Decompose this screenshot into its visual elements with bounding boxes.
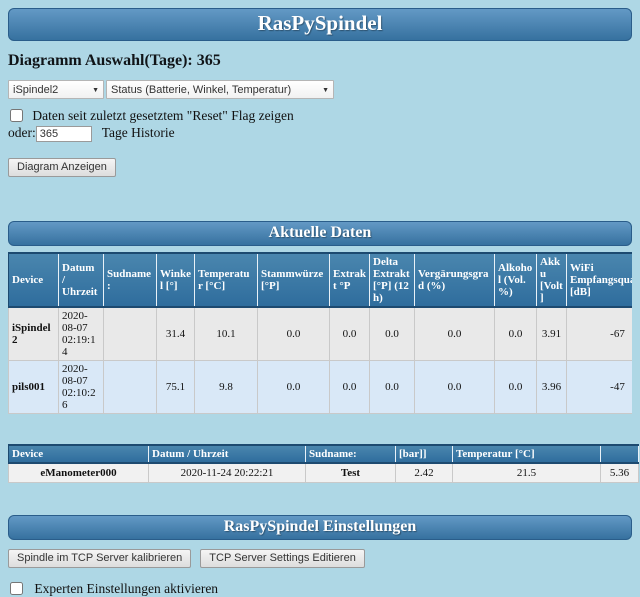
- table-header-cell: Sudname:: [104, 253, 157, 307]
- table-header-cell: Datum / Uhrzeit: [149, 445, 306, 463]
- tcp-server-settings-button[interactable]: TCP Server Settings Editieren: [200, 549, 365, 568]
- manometer-table: DeviceDatum / UhrzeitSudname:[bar]]Tempe…: [8, 444, 639, 484]
- table-header-cell: Akku [Volt]: [537, 253, 567, 307]
- table-header-cell: Alkohol (Vol. %): [495, 253, 537, 307]
- manometer-table-header-row: DeviceDatum / UhrzeitSudname:[bar]]Tempe…: [9, 445, 639, 463]
- oder-label: oder:: [8, 125, 36, 140]
- table-cell: 0.0: [258, 360, 330, 413]
- table-cell: [104, 360, 157, 413]
- table-cell: eManometer000: [9, 463, 149, 483]
- table-header-cell: Winkel [°]: [157, 253, 195, 307]
- reset-flag-row: Daten seit zuletzt gesetztem "Reset" Fla…: [8, 108, 632, 124]
- table-header-cell: Extrakt °P: [330, 253, 370, 307]
- table-header-cell: Temperatur [°C]: [453, 445, 601, 463]
- table-cell: 2.42: [396, 463, 453, 483]
- table-cell: 3.96: [537, 360, 567, 413]
- table-cell: Test: [306, 463, 396, 483]
- device-select-wrapper: iSpindel2: [8, 80, 104, 99]
- expert-settings-label: Experten Einstellungen aktivieren: [34, 581, 218, 596]
- settings-heading: RasPySpindel Einstellungen: [8, 515, 632, 540]
- table-cell: 0.0: [495, 360, 537, 413]
- spindel-table-body: iSpindel22020-08-07 02:19:1431.410.10.00…: [9, 307, 633, 414]
- diagram-controls: iSpindel2Status (Batterie, Winkel, Tempe…: [8, 80, 632, 177]
- table-cell: 2020-08-07 02:19:14: [59, 307, 104, 361]
- table-cell: 0.0: [330, 307, 370, 361]
- table-header-cell: Device: [9, 253, 59, 307]
- table-row: eManometer0002020-11-24 20:22:21Test2.42…: [9, 463, 639, 483]
- current-data-heading: Aktuelle Daten: [8, 221, 632, 246]
- table-cell: 2020-08-07 02:10:26: [59, 360, 104, 413]
- history-days-row: oder: Tage Historie: [8, 125, 632, 142]
- table-cell: 31.4: [157, 307, 195, 361]
- spindel-table: DeviceDatum / UhrzeitSudname:Winkel [°]T…: [8, 252, 632, 414]
- show-diagram-row: Diagram Anzeigen: [8, 158, 632, 177]
- table-cell: 0.0: [370, 360, 415, 413]
- expert-settings-checkbox[interactable]: [10, 582, 23, 595]
- manometer-table-body: eManometer0002020-11-24 20:22:21Test2.42…: [9, 463, 639, 483]
- show-diagram-button[interactable]: Diagram Anzeigen: [8, 158, 116, 177]
- table-cell: 0.0: [370, 307, 415, 361]
- spindel-table-container: DeviceDatum / UhrzeitSudname:Winkel [°]T…: [8, 252, 632, 414]
- spindel-table-header-row: DeviceDatum / UhrzeitSudname:Winkel [°]T…: [9, 253, 633, 307]
- table-cell: 0.0: [415, 360, 495, 413]
- table-header-cell: Vergärungsgrad (%): [415, 253, 495, 307]
- table-header-cell: Datum / Uhrzeit: [59, 253, 104, 307]
- table-header-cell: WiFi Empfangsqualität [dB]: [567, 253, 633, 307]
- table-cell: -67: [567, 307, 633, 361]
- table-cell: pils001: [9, 360, 59, 413]
- table-cell: 21.5: [453, 463, 601, 483]
- table-cell: 3.91: [537, 307, 567, 361]
- table-cell: 0.0: [495, 307, 537, 361]
- history-days-suffix: Tage Historie: [102, 125, 175, 140]
- table-cell: [104, 307, 157, 361]
- table-cell: 0.0: [330, 360, 370, 413]
- table-header-cell: [bar]]: [396, 445, 453, 463]
- reset-flag-label: Daten seit zuletzt gesetztem "Reset" Fla…: [32, 108, 293, 123]
- chart-type-select[interactable]: Status (Batterie, Winkel, Temperatur): [106, 80, 334, 99]
- table-header-cell: [601, 445, 639, 463]
- chart-type-select-wrapper: Status (Batterie, Winkel, Temperatur): [106, 80, 334, 99]
- calibrate-spindle-button[interactable]: Spindle im TCP Server kalibrieren: [8, 549, 191, 568]
- page-title: RasPySpindel: [8, 8, 632, 41]
- table-cell: 75.1: [157, 360, 195, 413]
- settings-buttons-row: Spindle im TCP Server kalibrieren TCP Se…: [8, 548, 632, 568]
- table-cell: 10.1: [195, 307, 258, 361]
- table-header-cell: Device: [9, 445, 149, 463]
- table-header-cell: Stammwürze [°P]: [258, 253, 330, 307]
- table-cell: 5.36: [601, 463, 639, 483]
- table-header-cell: Temperatur [°C]: [195, 253, 258, 307]
- history-days-input[interactable]: [36, 126, 92, 142]
- reset-flag-checkbox[interactable]: [10, 109, 23, 122]
- table-row: iSpindel22020-08-07 02:19:1431.410.10.00…: [9, 307, 633, 361]
- device-select[interactable]: iSpindel2: [8, 80, 104, 99]
- diagram-selection-heading: Diagramm Auswahl(Tage): 365: [8, 52, 632, 70]
- table-cell: -47: [567, 360, 633, 413]
- table-cell: 9.8: [195, 360, 258, 413]
- table-header-cell: Sudname:: [306, 445, 396, 463]
- table-header-cell: Delta Extrakt [°P] (12 h): [370, 253, 415, 307]
- table-cell: iSpindel2: [9, 307, 59, 361]
- table-row: pils0012020-08-07 02:10:2675.19.80.00.00…: [9, 360, 633, 413]
- table-cell: 2020-11-24 20:22:21: [149, 463, 306, 483]
- table-cell: 0.0: [415, 307, 495, 361]
- expert-settings-row: Experten Einstellungen aktivieren: [8, 581, 632, 597]
- table-cell: 0.0: [258, 307, 330, 361]
